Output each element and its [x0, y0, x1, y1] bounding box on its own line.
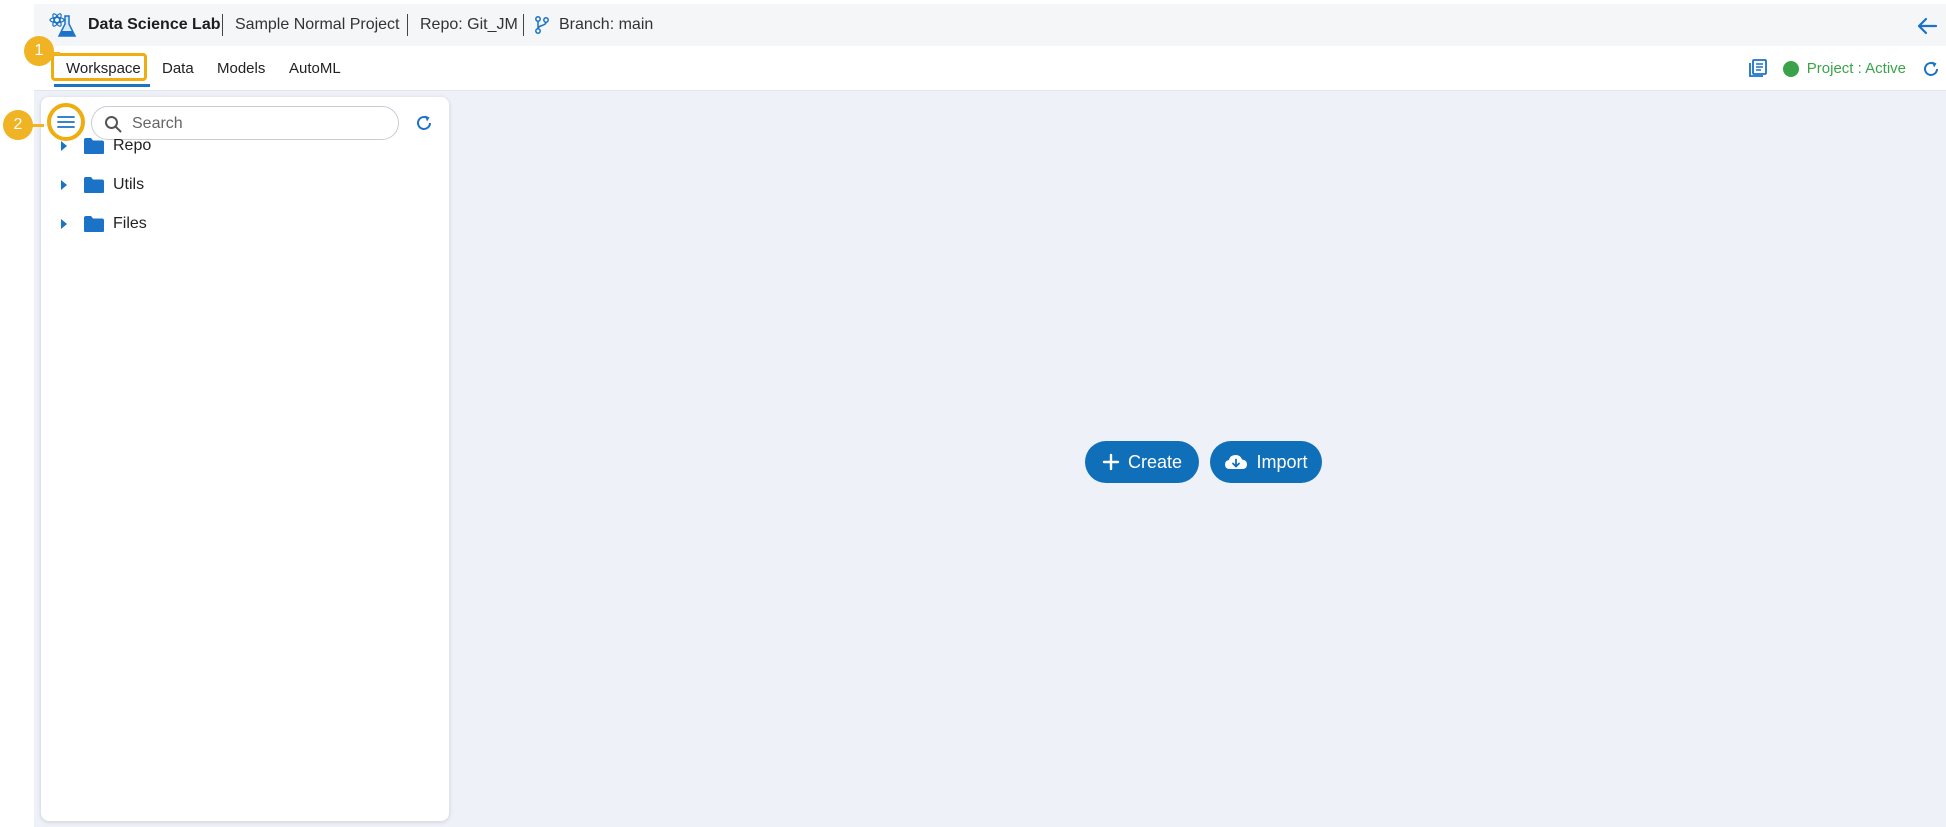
header-separator	[222, 14, 223, 36]
documentation-icon[interactable]	[1748, 58, 1768, 78]
cloud-download-icon	[1224, 453, 1248, 471]
expand-caret-icon[interactable]	[61, 219, 67, 229]
repo-label: Repo: Git_JM	[420, 16, 518, 33]
tree-item-label: Files	[113, 215, 147, 232]
expand-caret-icon[interactable]	[61, 180, 67, 190]
import-label: Import	[1256, 451, 1308, 472]
header: Data Science Lab Sample Normal Project R…	[34, 4, 1946, 46]
tree-item-utils[interactable]: Utils	[61, 171, 144, 199]
back-arrow-icon[interactable]	[1916, 16, 1938, 36]
tab-automl[interactable]: AutoML	[289, 60, 341, 77]
tree-item-files[interactable]: Files	[61, 210, 147, 238]
search-input[interactable]	[130, 111, 389, 137]
tab-data[interactable]: Data	[162, 60, 194, 77]
tree-item-label: Repo	[113, 137, 152, 154]
folder-icon	[84, 216, 104, 232]
project-name[interactable]: Sample Normal Project	[235, 16, 400, 34]
branch-label: Branch: main	[559, 16, 654, 33]
app-title: Data Science Lab	[88, 16, 221, 33]
header-separator	[523, 14, 524, 36]
status-label: Project : Active	[1806, 60, 1906, 77]
hamburger-icon	[57, 116, 75, 128]
create-button[interactable]: Create	[1085, 441, 1199, 483]
tree-item-label: Utils	[113, 176, 145, 193]
lab-flask-icon	[49, 13, 77, 37]
plus-icon	[1102, 453, 1120, 471]
tab-bar: Workspace Data Models AutoML Project : A…	[34, 46, 1946, 91]
main-content: Repo Utils Files Create	[34, 91, 1946, 827]
import-button[interactable]: Import	[1210, 441, 1322, 483]
git-branch-icon	[535, 16, 549, 34]
workspace-sidebar: Repo Utils Files	[41, 97, 449, 821]
search-icon	[105, 116, 122, 133]
create-label: Create	[1127, 451, 1183, 472]
header-separator	[407, 14, 408, 36]
refresh-icon[interactable]	[1922, 60, 1940, 78]
expand-caret-icon[interactable]	[61, 141, 67, 151]
app-window: Data Science Lab Sample Normal Project R…	[34, 4, 1946, 827]
callout-badge-1: 1	[24, 36, 54, 66]
tree-item-repo[interactable]: Repo	[61, 132, 151, 160]
active-tab-indicator	[54, 84, 150, 87]
project-status: Project : Active	[1782, 60, 1906, 77]
folder-icon	[84, 138, 104, 154]
status-dot-icon	[1782, 60, 1799, 77]
callout-badge-2: 2	[3, 110, 33, 140]
folder-icon	[84, 177, 104, 193]
tab-models[interactable]: Models	[217, 60, 265, 77]
tab-workspace[interactable]: Workspace	[66, 60, 141, 77]
refresh-tree-icon[interactable]	[415, 114, 433, 132]
